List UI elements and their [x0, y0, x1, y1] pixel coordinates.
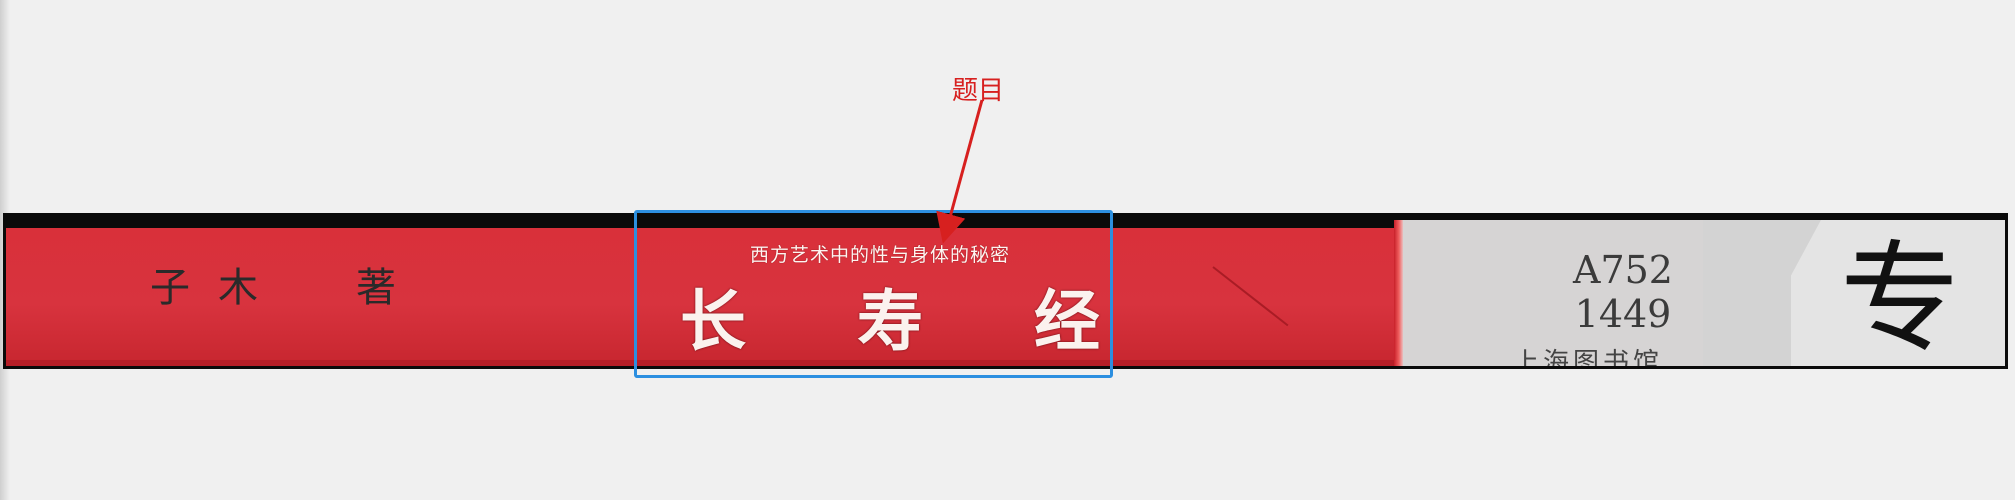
annotation-arrow-icon [936, 99, 984, 244]
